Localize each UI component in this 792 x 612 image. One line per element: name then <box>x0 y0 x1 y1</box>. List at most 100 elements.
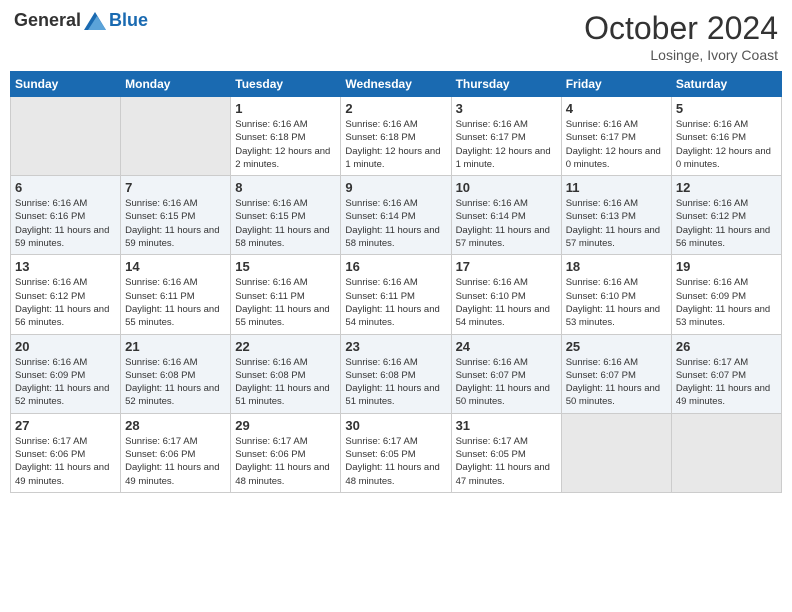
day-info: Sunrise: 6:16 AM Sunset: 6:12 PM Dayligh… <box>15 276 116 329</box>
day-info: Sunrise: 6:16 AM Sunset: 6:16 PM Dayligh… <box>676 118 777 171</box>
day-info: Sunrise: 6:16 AM Sunset: 6:17 PM Dayligh… <box>566 118 667 171</box>
col-saturday: Saturday <box>671 72 781 97</box>
day-info: Sunrise: 6:16 AM Sunset: 6:15 PM Dayligh… <box>235 197 336 250</box>
day-number: 23 <box>345 339 446 354</box>
day-number: 30 <box>345 418 446 433</box>
day-number: 18 <box>566 259 667 274</box>
day-number: 28 <box>125 418 226 433</box>
day-number: 10 <box>456 180 557 195</box>
day-info: Sunrise: 6:16 AM Sunset: 6:11 PM Dayligh… <box>235 276 336 329</box>
table-row: 6Sunrise: 6:16 AM Sunset: 6:16 PM Daylig… <box>11 176 121 255</box>
table-row: 3 Sunrise: 6:16 AM Sunset: 6:17 PM Daylig… <box>451 97 561 176</box>
table-row: 27 Sunrise: 6:17 AM Sunset: 6:06 PM Dayli… <box>11 413 121 492</box>
logo-blue: Blue <box>109 10 148 31</box>
col-wednesday: Wednesday <box>341 72 451 97</box>
day-number: 11 <box>566 180 667 195</box>
col-sunday: Sunday <box>11 72 121 97</box>
table-row: 15Sunrise: 6:16 AM Sunset: 6:11 PM Dayli… <box>231 255 341 334</box>
day-info: Sunrise: 6:16 AM Sunset: 6:08 PM Dayligh… <box>125 356 226 409</box>
col-monday: Monday <box>121 72 231 97</box>
day-number: 22 <box>235 339 336 354</box>
table-row: 23 Sunrise: 6:16 AM Sunset: 6:08 PM Dayli… <box>341 334 451 413</box>
day-info: Sunrise: 6:16 AM Sunset: 6:13 PM Dayligh… <box>566 197 667 250</box>
day-number: 25 <box>566 339 667 354</box>
table-row: 9 Sunrise: 6:16 AM Sunset: 6:14 PM Daylig… <box>341 176 451 255</box>
day-number: 31 <box>456 418 557 433</box>
table-row <box>561 413 671 492</box>
table-row: 28 Sunrise: 6:17 AM Sunset: 6:06 PM Dayli… <box>121 413 231 492</box>
table-row: 18 Sunrise: 6:16 AM Sunset: 6:10 PM Dayli… <box>561 255 671 334</box>
day-info: Sunrise: 6:16 AM Sunset: 6:08 PM Dayligh… <box>345 356 446 409</box>
col-thursday: Thursday <box>451 72 561 97</box>
table-row: 2 Sunrise: 6:16 AM Sunset: 6:18 PM Daylig… <box>341 97 451 176</box>
day-number: 7 <box>125 180 226 195</box>
table-row <box>121 97 231 176</box>
day-info: Sunrise: 6:16 AM Sunset: 6:12 PM Dayligh… <box>676 197 777 250</box>
day-info: Sunrise: 6:16 AM Sunset: 6:14 PM Dayligh… <box>345 197 446 250</box>
table-row: 13Sunrise: 6:16 AM Sunset: 6:12 PM Dayli… <box>11 255 121 334</box>
table-row: 24 Sunrise: 6:16 AM Sunset: 6:07 PM Dayli… <box>451 334 561 413</box>
day-number: 12 <box>676 180 777 195</box>
day-info: Sunrise: 6:16 AM Sunset: 6:10 PM Dayligh… <box>566 276 667 329</box>
table-row: 12 Sunrise: 6:16 AM Sunset: 6:12 PM Dayli… <box>671 176 781 255</box>
day-info: Sunrise: 6:17 AM Sunset: 6:06 PM Dayligh… <box>15 435 116 488</box>
day-info: Sunrise: 6:17 AM Sunset: 6:06 PM Dayligh… <box>235 435 336 488</box>
calendar-header-row: Sunday Monday Tuesday Wednesday Thursday… <box>11 72 782 97</box>
table-row: 25Sunrise: 6:16 AM Sunset: 6:07 PM Dayli… <box>561 334 671 413</box>
logo-general: General <box>14 10 81 31</box>
day-number: 8 <box>235 180 336 195</box>
page-header: General Blue October 2024 Losinge, Ivory… <box>10 10 782 63</box>
table-row: 19Sunrise: 6:16 AM Sunset: 6:09 PM Dayli… <box>671 255 781 334</box>
day-info: Sunrise: 6:16 AM Sunset: 6:11 PM Dayligh… <box>345 276 446 329</box>
title-block: October 2024 Losinge, Ivory Coast <box>584 10 778 63</box>
table-row: 17Sunrise: 6:16 AM Sunset: 6:10 PM Dayli… <box>451 255 561 334</box>
day-number: 20 <box>15 339 116 354</box>
day-info: Sunrise: 6:16 AM Sunset: 6:18 PM Dayligh… <box>345 118 446 171</box>
table-row: 8 Sunrise: 6:16 AM Sunset: 6:15 PM Daylig… <box>231 176 341 255</box>
location: Losinge, Ivory Coast <box>584 47 778 63</box>
day-info: Sunrise: 6:16 AM Sunset: 6:17 PM Dayligh… <box>456 118 557 171</box>
day-number: 17 <box>456 259 557 274</box>
day-info: Sunrise: 6:16 AM Sunset: 6:08 PM Dayligh… <box>235 356 336 409</box>
day-info: Sunrise: 6:16 AM Sunset: 6:07 PM Dayligh… <box>456 356 557 409</box>
day-info: Sunrise: 6:17 AM Sunset: 6:07 PM Dayligh… <box>676 356 777 409</box>
table-row: 11 Sunrise: 6:16 AM Sunset: 6:13 PM Dayli… <box>561 176 671 255</box>
col-tuesday: Tuesday <box>231 72 341 97</box>
table-row: 7Sunrise: 6:16 AM Sunset: 6:15 PM Daylig… <box>121 176 231 255</box>
day-info: Sunrise: 6:16 AM Sunset: 6:11 PM Dayligh… <box>125 276 226 329</box>
week-row-4: 20 Sunrise: 6:16 AM Sunset: 6:09 PM Dayli… <box>11 334 782 413</box>
table-row: 5Sunrise: 6:16 AM Sunset: 6:16 PM Daylig… <box>671 97 781 176</box>
week-row-3: 13Sunrise: 6:16 AM Sunset: 6:12 PM Dayli… <box>11 255 782 334</box>
logo: General Blue <box>14 10 148 31</box>
day-number: 21 <box>125 339 226 354</box>
day-number: 9 <box>345 180 446 195</box>
day-number: 14 <box>125 259 226 274</box>
day-info: Sunrise: 6:16 AM Sunset: 6:18 PM Dayligh… <box>235 118 336 171</box>
table-row: 4 Sunrise: 6:16 AM Sunset: 6:17 PM Daylig… <box>561 97 671 176</box>
day-number: 2 <box>345 101 446 116</box>
calendar-table: Sunday Monday Tuesday Wednesday Thursday… <box>10 71 782 493</box>
day-info: Sunrise: 6:16 AM Sunset: 6:14 PM Dayligh… <box>456 197 557 250</box>
day-info: Sunrise: 6:16 AM Sunset: 6:09 PM Dayligh… <box>15 356 116 409</box>
day-number: 19 <box>676 259 777 274</box>
day-number: 24 <box>456 339 557 354</box>
day-number: 3 <box>456 101 557 116</box>
week-row-2: 6Sunrise: 6:16 AM Sunset: 6:16 PM Daylig… <box>11 176 782 255</box>
week-row-5: 27 Sunrise: 6:17 AM Sunset: 6:06 PM Dayli… <box>11 413 782 492</box>
day-info: Sunrise: 6:17 AM Sunset: 6:05 PM Dayligh… <box>456 435 557 488</box>
day-info: Sunrise: 6:17 AM Sunset: 6:05 PM Dayligh… <box>345 435 446 488</box>
day-info: Sunrise: 6:16 AM Sunset: 6:16 PM Dayligh… <box>15 197 116 250</box>
month-year: October 2024 <box>584 10 778 47</box>
table-row <box>11 97 121 176</box>
table-row: 10 Sunrise: 6:16 AM Sunset: 6:14 PM Dayli… <box>451 176 561 255</box>
table-row: 21 Sunrise: 6:16 AM Sunset: 6:08 PM Dayli… <box>121 334 231 413</box>
col-friday: Friday <box>561 72 671 97</box>
day-number: 4 <box>566 101 667 116</box>
logo-icon <box>84 12 106 30</box>
table-row: 29Sunrise: 6:17 AM Sunset: 6:06 PM Dayli… <box>231 413 341 492</box>
day-number: 27 <box>15 418 116 433</box>
day-info: Sunrise: 6:17 AM Sunset: 6:06 PM Dayligh… <box>125 435 226 488</box>
table-row: 22 Sunrise: 6:16 AM Sunset: 6:08 PM Dayli… <box>231 334 341 413</box>
day-number: 16 <box>345 259 446 274</box>
table-row: 14 Sunrise: 6:16 AM Sunset: 6:11 PM Dayli… <box>121 255 231 334</box>
